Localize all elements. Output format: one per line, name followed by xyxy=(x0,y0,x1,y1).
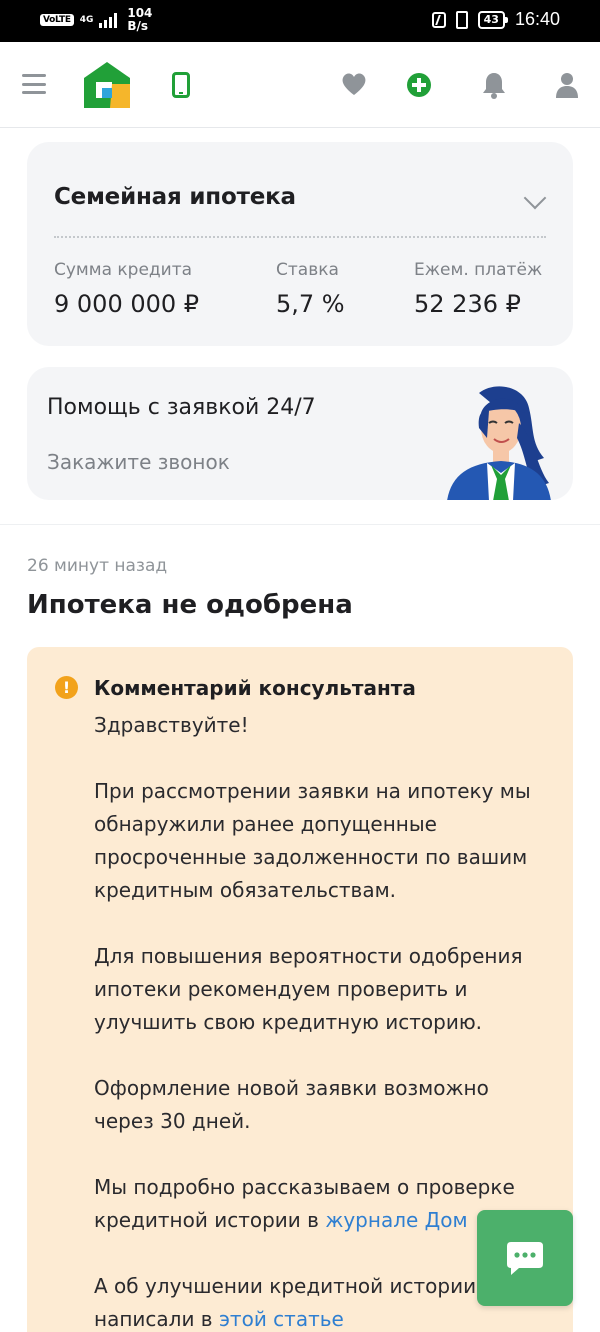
help-card[interactable]: Помощь с заявкой 24/7 Закажите звонок xyxy=(27,367,573,500)
interest-rate-value: 5,7 % xyxy=(276,290,345,318)
vibrate-icon xyxy=(455,10,468,29)
article-link[interactable]: этой статье xyxy=(219,1307,344,1331)
mortgage-card[interactable]: Семейная ипотека Сумма кредита 9 000 000… xyxy=(27,142,573,346)
network-speed-unit: B/s xyxy=(127,19,149,33)
comment-heading: Комментарий консультанта xyxy=(94,676,416,700)
network-speed: 104 B/s xyxy=(127,7,152,33)
loan-amount-value: 9 000 000 ₽ xyxy=(54,290,200,318)
bell-icon[interactable] xyxy=(480,70,508,100)
monthly-payment-label: Ежем. платёж xyxy=(414,260,543,280)
loan-amount-label: Сумма кредита xyxy=(54,260,193,280)
signal-icon xyxy=(99,12,118,28)
warning-icon: ! xyxy=(55,676,78,699)
app-header xyxy=(0,42,600,128)
mortgage-title: Семейная ипотека xyxy=(54,184,296,210)
application-status-title: Ипотека не одобрена xyxy=(27,590,353,620)
comment-paragraph: Для повышения вероятности одобрения ипот… xyxy=(94,944,523,1034)
section-divider xyxy=(0,524,600,525)
battery-icon: 43 xyxy=(477,10,509,29)
nfc-icon xyxy=(431,11,446,28)
add-icon[interactable] xyxy=(405,70,433,100)
heart-icon[interactable] xyxy=(340,70,368,100)
chevron-down-icon[interactable] xyxy=(523,186,547,210)
loan-amount: Сумма кредита 9 000 000 ₽ xyxy=(54,260,199,318)
help-title: Помощь с заявкой 24/7 xyxy=(47,395,316,420)
chat-icon xyxy=(507,1242,543,1275)
chat-button[interactable] xyxy=(477,1210,573,1306)
monthly-payment-value: 52 236 ₽ xyxy=(414,290,521,318)
interest-rate-label: Ставка xyxy=(276,260,339,280)
consultant-illustration xyxy=(447,386,551,500)
status-bar: VoLTE 4G 104 B/s 43 16:40 xyxy=(0,0,600,42)
user-icon[interactable] xyxy=(553,70,581,100)
network-type: 4G xyxy=(79,14,94,25)
journal-link[interactable]: журнале Дом xyxy=(325,1208,467,1232)
phone-icon[interactable] xyxy=(172,72,190,98)
monthly-payment: Ежем. платёж 52 236 ₽ xyxy=(414,260,542,318)
timestamp: 26 минут назад xyxy=(27,556,168,576)
comment-paragraph: Оформление новой заявки возможно через 3… xyxy=(94,1076,489,1133)
volte-badge: VoLTE xyxy=(40,14,74,26)
interest-rate: Ставка 5,7 % xyxy=(276,260,345,318)
divider xyxy=(54,236,546,238)
menu-icon[interactable] xyxy=(22,74,46,94)
clock: 16:40 xyxy=(514,9,560,29)
comment-greeting: Здравствуйте! xyxy=(94,713,249,737)
request-call-link[interactable]: Закажите звонок xyxy=(47,450,230,474)
comment-paragraph: При рассмотрении заявки на ипотеку мы об… xyxy=(94,779,531,902)
logo[interactable] xyxy=(82,60,132,110)
